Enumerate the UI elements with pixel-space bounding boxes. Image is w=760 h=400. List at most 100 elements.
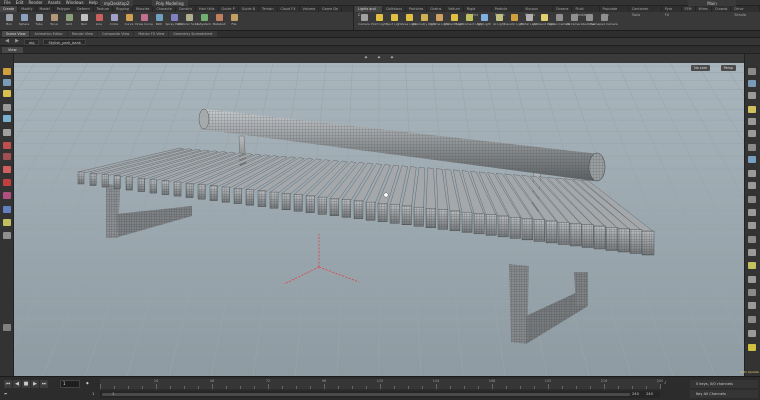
shelf-tool-button[interactable]: Sky Light (477, 13, 491, 30)
misc-tool-icon[interactable] (3, 232, 11, 239)
light-bulb-icon[interactable] (748, 106, 756, 113)
translate-tool-icon[interactable] (3, 153, 11, 160)
split-icon[interactable] (748, 330, 756, 337)
play-icon[interactable]: ▶ (31, 380, 39, 388)
snapshot-icon[interactable] (748, 344, 756, 351)
shelf-tab[interactable]: Model (37, 6, 54, 12)
safe-area-icon[interactable] (748, 182, 756, 189)
start-frame-input[interactable]: 1 (92, 392, 94, 396)
ghost-icon[interactable] (748, 209, 756, 216)
shelf-tool-button[interactable]: Line (92, 13, 106, 30)
shelf-tab[interactable]: Rigging (113, 6, 133, 12)
shelf-tab[interactable]: Vellum (445, 6, 464, 12)
shelf-tool-button[interactable]: Box (2, 13, 16, 30)
frame-input[interactable]: 1 (60, 380, 80, 388)
light-tool-icon[interactable] (3, 219, 11, 226)
menu-windows[interactable]: Windows (66, 0, 84, 5)
pose-tool-icon[interactable] (3, 104, 11, 111)
shelf-tool-button[interactable]: Grid (62, 13, 76, 30)
background-icon[interactable] (748, 196, 756, 203)
shelf-tab[interactable]: Wires (696, 6, 712, 12)
shelf-tab[interactable]: Pyro FX (662, 6, 682, 17)
timeline-ruler[interactable]: 24 48 72 96 120 144 168 192 216 240 (100, 379, 663, 389)
brush-tool-icon[interactable] (3, 192, 11, 199)
shelf-tool-button[interactable]: Environment Light (455, 13, 483, 30)
select-tool-icon[interactable] (3, 68, 11, 75)
jump-start-icon[interactable]: ⏮ (4, 380, 12, 388)
jump-end-icon[interactable]: ⏭ (40, 380, 48, 388)
shelf-tab[interactable]: Create (0, 6, 19, 12)
shelf-tab[interactable]: Particle Fluids (492, 6, 523, 17)
shelf-tab[interactable]: Constru (176, 6, 197, 12)
forward-arrow-icon[interactable]: ▶ (14, 39, 20, 44)
shelf-tab[interactable]: Collisions (383, 6, 407, 12)
back-arrow-icon[interactable]: ◀ (4, 39, 10, 44)
shelf-tool-button[interactable]: Camera (357, 13, 371, 30)
shelf-tool-button[interactable]: Torus (47, 13, 61, 30)
render-region-icon[interactable] (748, 276, 756, 283)
shelf-tool-button[interactable]: Caustic Light (504, 13, 524, 30)
tab-geometry-spreadsheet[interactable]: Geometry Spreadsheet (169, 31, 217, 37)
visibility-icon[interactable] (748, 249, 756, 256)
shelf-tool-button[interactable]: Tube (32, 13, 46, 30)
shelf-tab[interactable]: Drive Simula (731, 6, 760, 17)
shelf-tool-button[interactable]: VR Camera (566, 13, 582, 30)
auto-update-label[interactable]: Auto Update (740, 370, 759, 374)
menu-assets[interactable]: Assets (48, 0, 61, 5)
audio-icon[interactable]: ♪ (664, 381, 666, 385)
shelf-tool-button[interactable]: Metaball (212, 13, 226, 30)
end-frame-input-2[interactable]: 240 (646, 392, 653, 396)
wire-display-icon[interactable] (748, 144, 756, 151)
menu-file[interactable]: File (4, 0, 11, 5)
shading-icon[interactable] (748, 92, 756, 99)
start-frame-input-2[interactable]: 1 (112, 392, 114, 396)
shelf-tab[interactable]: Muscles (133, 6, 154, 12)
display-options-icon[interactable] (748, 68, 756, 75)
shelf-tab[interactable]: Polygon (54, 6, 75, 12)
viewport-canvas[interactable] (14, 54, 744, 376)
shelf-tool-button[interactable]: Sphere (17, 13, 31, 30)
tab-animation-editor[interactable]: Animation Editor (30, 31, 67, 37)
shelf-tab[interactable]: Lights and C (355, 6, 384, 17)
shelf-tool-button[interactable]: Circle (107, 13, 121, 30)
cursor-tool-icon[interactable] (3, 206, 11, 213)
menu-render[interactable]: Render (28, 0, 42, 5)
viewport-layout-icon[interactable] (748, 302, 756, 309)
breadcrumb-node[interactable]: Stylish_park_bank (43, 38, 86, 45)
points-display-icon[interactable] (748, 118, 756, 125)
lighting-icon[interactable] (748, 80, 756, 87)
move-tool-icon[interactable] (3, 79, 11, 86)
perspective-menu[interactable]: Persp (720, 65, 736, 71)
grid-display-icon[interactable] (748, 156, 756, 163)
shelf-tool-button[interactable]: File (227, 13, 241, 30)
link-icon[interactable] (748, 316, 756, 323)
tab-scene-view[interactable]: Scene View (2, 31, 30, 37)
shelf-tab[interactable]: Volume (300, 6, 320, 12)
keyframe-icon[interactable]: ◆ (86, 381, 89, 385)
lower-tool-icon[interactable] (3, 324, 11, 331)
magnet-tool-icon[interactable] (3, 179, 11, 186)
snap-icon[interactable]: ✦ (363, 55, 370, 62)
shelf-tab[interactable]: Container Tools (629, 6, 662, 17)
shelf-tab[interactable]: Rigid Bodies (464, 6, 492, 17)
template-icon[interactable] (748, 222, 756, 229)
shelf-tab[interactable]: Oceans (553, 6, 573, 12)
shelf-tab[interactable]: Texture (94, 6, 114, 12)
shelf-tab[interactable]: Crowds (712, 6, 732, 12)
range-slider[interactable] (100, 391, 660, 398)
pivot-icon[interactable]: ✦ (389, 55, 396, 62)
transform-icon[interactable]: ✦ (376, 55, 383, 62)
tab-motion-fx-view[interactable]: Motion FX View (134, 31, 169, 37)
scale-tool-icon[interactable] (3, 129, 11, 136)
shelf-tab[interactable]: Modify (18, 6, 37, 12)
shelf-tab[interactable]: Grains (427, 6, 446, 12)
stop-icon[interactable]: ■ (22, 380, 30, 388)
shelf-tab[interactable]: FEM (682, 6, 696, 12)
shelf-tab[interactable]: Particles (406, 6, 428, 12)
view-tool-icon[interactable] (3, 115, 11, 122)
tab-view[interactable]: View (2, 47, 23, 53)
shelf-tab[interactable]: Guide B (239, 6, 260, 12)
menu-edit[interactable]: Edit (16, 0, 24, 5)
end-frame-input[interactable]: 240 (632, 392, 639, 396)
shelf-tool-button[interactable]: Null (77, 13, 91, 30)
